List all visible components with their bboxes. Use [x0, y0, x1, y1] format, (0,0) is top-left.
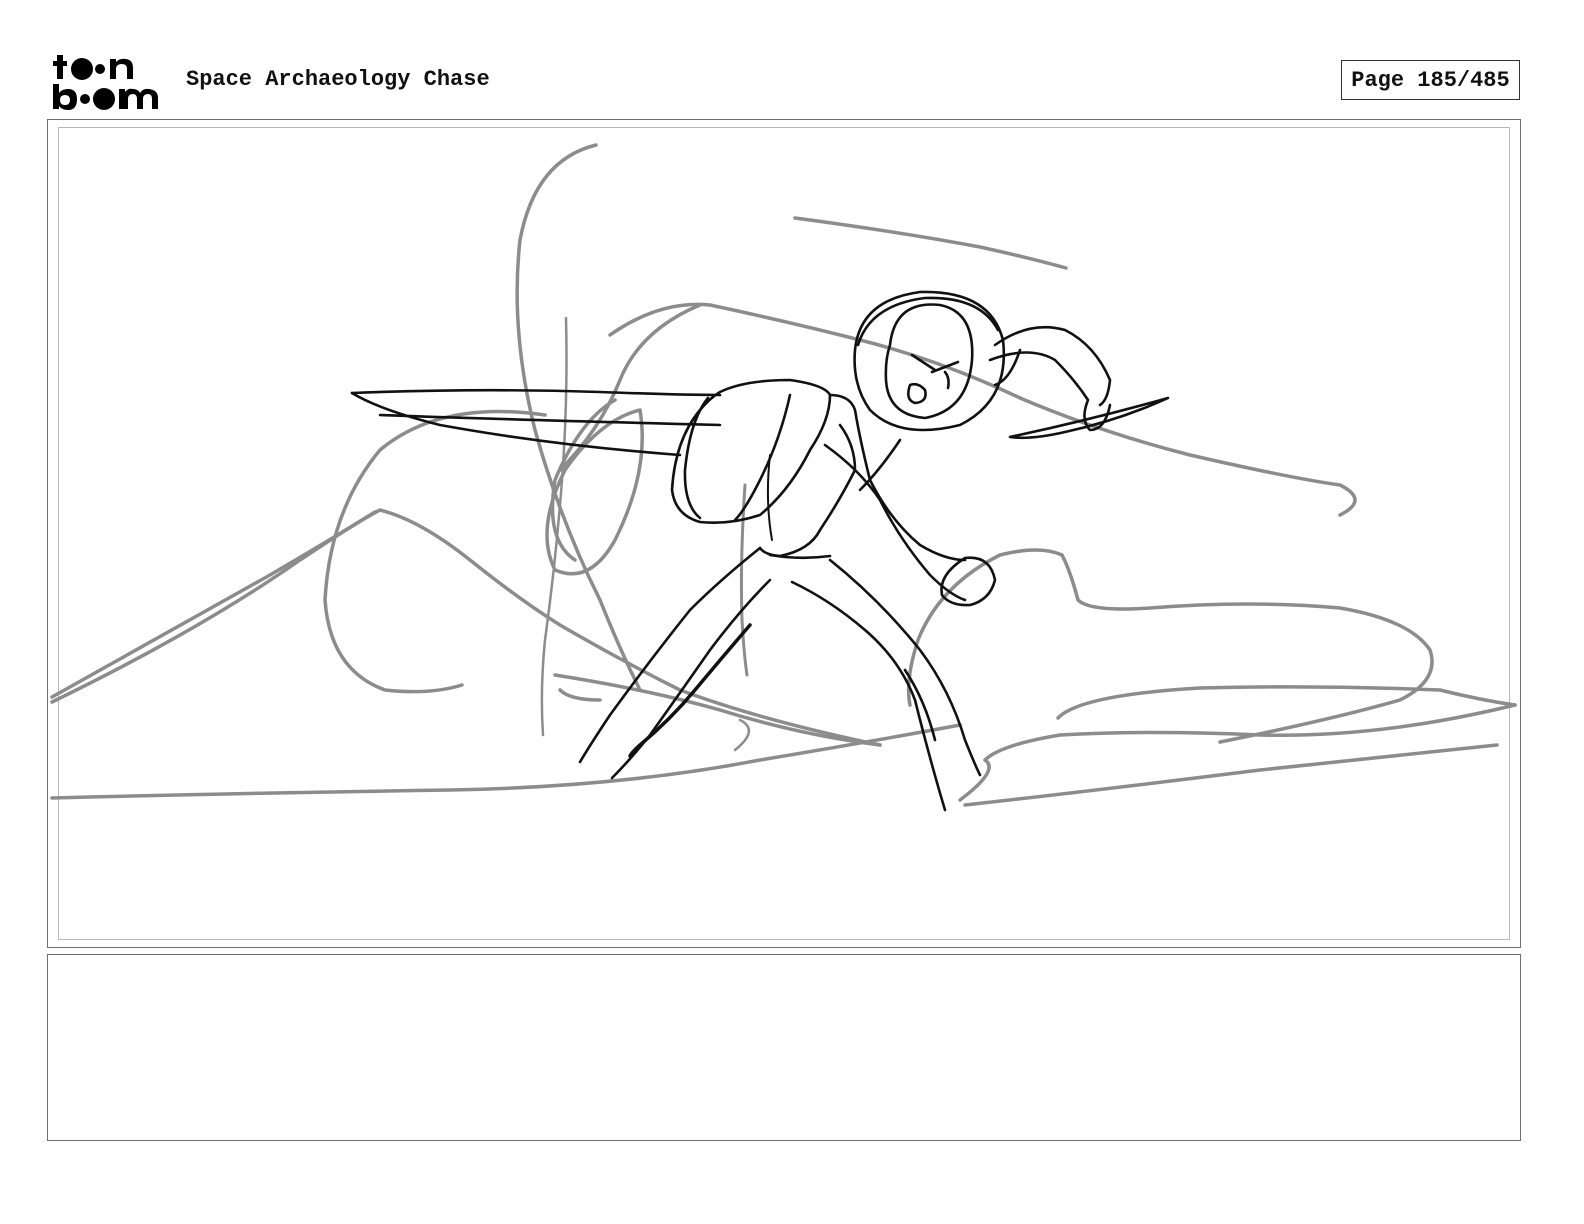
- logo-top-row: [53, 55, 133, 80]
- page-number-label: Page 185/485: [1351, 67, 1510, 93]
- toon-boom-logo: [52, 52, 164, 112]
- page-number-box: Page 185/485: [1341, 60, 1520, 100]
- storyboard-panel-safe-area: [58, 127, 1510, 940]
- logo-bottom-row: [53, 84, 158, 110]
- project-title: Space Archaeology Chase: [186, 67, 490, 92]
- panel-notes-area: [47, 954, 1521, 1141]
